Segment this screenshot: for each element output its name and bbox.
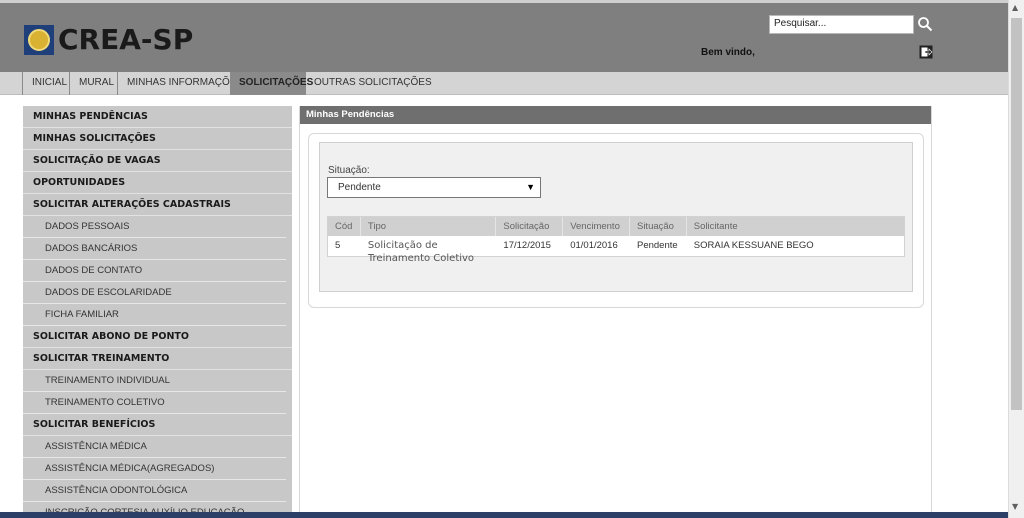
sidebar-item-treinamento-coletivo[interactable]: TREINAMENTO COLETIVO [23,392,286,414]
nav-item-inicial[interactable]: INICIAL [22,72,76,95]
sidebar-item-dados-de-escolaridade[interactable]: DADOS DE ESCOLARIDADE [23,282,286,304]
sidebar-item-dados-bancarios[interactable]: DADOS BANCÁRIOS [23,238,286,260]
search-input[interactable]: Pesquisar... [769,15,914,34]
col-header-solicitante[interactable]: Solicitante [686,217,904,236]
sidebar-item-oportunidades[interactable]: OPORTUNIDADES [23,172,292,194]
sidebar-item-ficha-familiar[interactable]: FICHA FAMILIAR [23,304,286,326]
page-scrollbar[interactable]: ▲ ▼ [1008,0,1024,518]
logo-text: CREA-SP [58,23,194,56]
cell-solicitacao: 17/12/2015 [503,240,551,251]
taskbar-strip [0,512,1008,518]
sidebar-item-assistencia-medica[interactable]: ASSISTÊNCIA MÉDICA [23,436,286,458]
filter-container: Situação: Pendente ▼ Cód Tipo Solicitaçã… [308,133,924,308]
cell-solicitante: SORAIA KESSUANE BEGO [693,240,814,251]
sidebar-item-assistencia-odontologica[interactable]: ASSISTÊNCIA ODONTOLÓGICA [23,480,286,502]
sidebar-item-solicitar-abono-de-ponto[interactable]: SOLICITAR ABONO DE PONTO [23,326,292,348]
main-nav: INICIAL MURAL MINHAS INFORMAÇÕES SOLICIT… [0,72,1008,95]
scroll-up-icon[interactable]: ▲ [1012,3,1018,12]
cell-tipo: Solicitação de Treinamento Coletivo [367,240,475,264]
col-header-solicitacao[interactable]: Solicitação [496,217,564,236]
situacao-select[interactable]: Pendente ▼ [327,177,541,198]
nav-item-outras-solicitacoes[interactable]: OUTRAS SOLICITAÇÕES [305,72,441,95]
sidebar-item-minhas-solicitacoes[interactable]: MINHAS SOLICITAÇÕES [23,128,292,150]
sidebar-item-solicitar-alteracoes-cadastrais[interactable]: SOLICITAR ALTERAÇÕES CADASTRAIS [23,194,292,216]
col-header-cod[interactable]: Cód [328,217,361,236]
cell-cod: 5 [335,240,341,251]
sidebar-item-dados-pessoais[interactable]: DADOS PESSOAIS [23,216,286,238]
crea-seal-logo [24,25,54,55]
search-icon[interactable] [917,16,933,32]
sidebar-item-solicitar-beneficios[interactable]: SOLICITAR BENEFÍCIOS [23,414,292,436]
sidebar-item-solicitacao-de-vagas[interactable]: SOLICITAÇÃO DE VAGAS [23,150,292,172]
sidebar-item-assistencia-medica-agregados[interactable]: ASSISTÊNCIA MÉDICA(AGREGADOS) [23,458,286,480]
nav-item-solicitacoes[interactable]: SOLICITAÇÕES [230,72,313,95]
sidebar-item-dados-de-contato[interactable]: DADOS DE CONTATO [23,260,286,282]
header: CREA-SP Pesquisar... Bem vindo, f [0,3,1008,72]
welcome-text: Bem vindo, f [701,47,756,58]
crea-logo[interactable]: CREA-SP [24,25,193,55]
logout-icon[interactable] [919,45,933,59]
col-header-tipo[interactable]: Tipo [360,217,497,236]
situacao-selected-value: Pendente [338,182,381,193]
table-row[interactable]: 5 Solicitação de Treinamento Coletivo 17… [328,236,904,264]
sidebar: MINHAS PENDÊNCIAS MINHAS SOLICITAÇÕES SO… [23,106,292,518]
sidebar-item-solicitar-treinamento[interactable]: SOLICITAR TREINAMENTO [23,348,292,370]
nav-item-mural[interactable]: MURAL [69,72,123,95]
scroll-down-icon[interactable]: ▼ [1012,502,1018,511]
cell-situacao: Pendente [636,240,678,251]
filter-box: Situação: Pendente ▼ Cód Tipo Solicitaçã… [319,142,913,292]
table-header-row: Cód Tipo Solicitação Vencimento Situação… [328,217,904,236]
panel-title: Minhas Pendências [300,106,931,124]
main-panel: Minhas Pendências Situação: Pendente ▼ C… [299,106,932,518]
col-header-vencimento[interactable]: Vencimento [563,217,630,236]
chevron-down-icon: ▼ [526,182,535,192]
situacao-label: Situação: [328,165,370,176]
col-header-situacao[interactable]: Situação [629,217,687,236]
sidebar-item-minhas-pendencias[interactable]: MINHAS PENDÊNCIAS [23,106,292,128]
sidebar-item-treinamento-individual[interactable]: TREINAMENTO INDIVIDUAL [23,370,286,392]
cell-vencimento: 01/01/2016 [570,240,618,251]
scroll-thumb[interactable] [1011,18,1022,410]
pendencias-table: Cód Tipo Solicitação Vencimento Situação… [327,216,905,264]
page: CREA-SP Pesquisar... Bem vindo, f INICIA… [0,0,1024,518]
